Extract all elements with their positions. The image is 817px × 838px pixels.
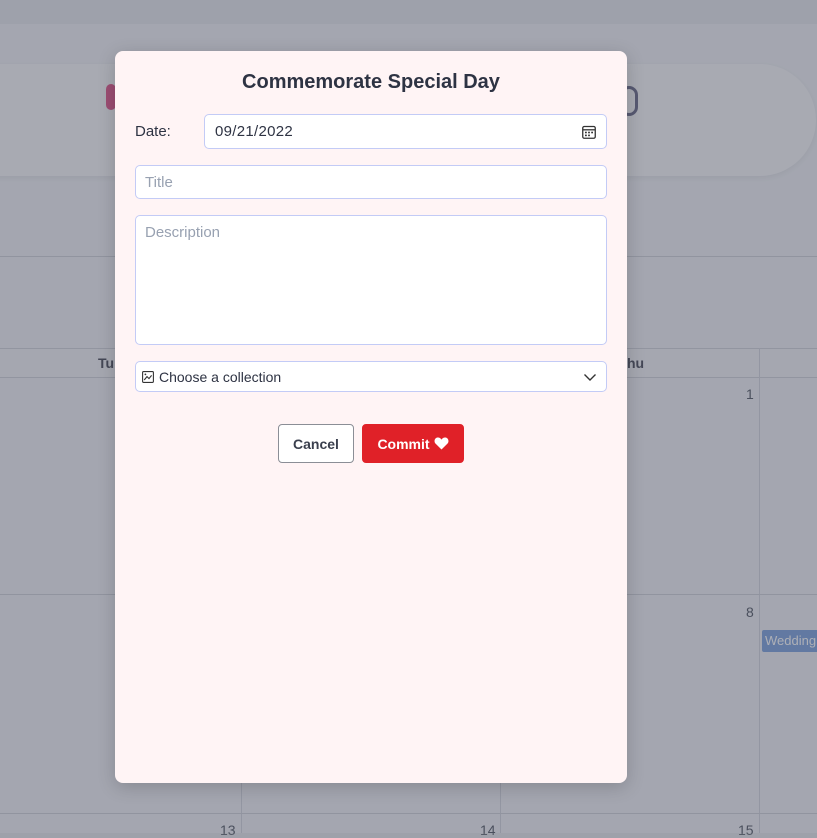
collection-select[interactable]: Choose a collection bbox=[135, 361, 607, 392]
description-textarea[interactable] bbox=[135, 215, 607, 345]
title-input[interactable] bbox=[135, 165, 607, 199]
modal-title: Commemorate Special Day bbox=[242, 71, 500, 93]
date-label: Date: bbox=[135, 123, 171, 140]
special-day-modal: Commemorate Special Day Date: 09/21/2022… bbox=[115, 51, 627, 783]
chevron-down-icon bbox=[584, 374, 596, 381]
cancel-button[interactable]: Cancel bbox=[278, 424, 354, 463]
collection-select-text: Choose a collection bbox=[159, 369, 282, 385]
calendar-icon[interactable] bbox=[582, 125, 596, 139]
heart-icon bbox=[434, 437, 449, 450]
commit-button-label: Commit bbox=[377, 435, 430, 452]
cancel-button-label: Cancel bbox=[293, 435, 339, 452]
date-value: 09/21/2022 bbox=[215, 123, 294, 140]
collection-icon bbox=[142, 371, 154, 383]
commit-button[interactable]: Commit bbox=[362, 424, 464, 463]
date-input[interactable]: 09/21/2022 bbox=[204, 114, 607, 149]
